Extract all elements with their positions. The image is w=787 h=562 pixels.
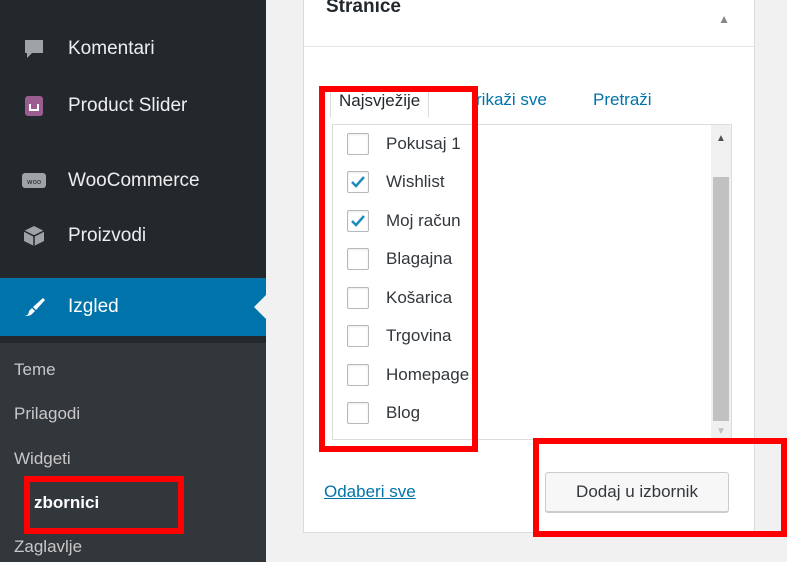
checkbox-label: Blagajna xyxy=(386,249,453,268)
pages-panel: Stranice ▲ Najsvježije rikaži sve Pretra… xyxy=(303,0,755,533)
sidebar-item-woocommerce[interactable]: woo WooCommerce xyxy=(0,159,266,203)
sidebar-item-label: Komentari xyxy=(68,38,155,59)
scroll-down-arrow-icon[interactable]: ▼ xyxy=(711,426,731,437)
submenu-item-widgeti[interactable]: Widgeti xyxy=(14,449,71,469)
list-item[interactable]: Wishlist xyxy=(347,168,445,196)
sidebar-item-komentari[interactable]: Komentari xyxy=(0,27,266,71)
woocommerce-icon: woo xyxy=(22,169,46,193)
tab-prikazi-sve[interactable]: rikaži sve xyxy=(476,90,547,110)
scroll-thumb[interactable] xyxy=(713,177,729,421)
sidebar-item-label: Proizvodi xyxy=(68,225,147,246)
list-item[interactable]: Blagajna xyxy=(347,245,452,273)
list-item[interactable]: Trgovina xyxy=(347,322,452,350)
submenu-item-prilagodi[interactable]: Prilagodi xyxy=(14,404,80,424)
list-item[interactable]: Moj račun xyxy=(347,207,461,235)
sidebar-item-label: WooCommerce xyxy=(68,170,200,191)
checkbox-label: Pokusaj 1 xyxy=(386,134,461,153)
checkmark-icon xyxy=(351,215,365,227)
checkbox[interactable] xyxy=(347,210,369,232)
list-item[interactable]: Pokusaj 1 xyxy=(347,130,461,158)
sidebar-item-label: Izgled xyxy=(68,296,119,317)
add-to-menu-button[interactable]: Dodaj u izbornik xyxy=(545,472,729,512)
checkbox[interactable] xyxy=(347,325,369,347)
checkbox[interactable] xyxy=(347,364,369,386)
sidebar-item-proizvodi[interactable]: Proizvodi xyxy=(0,214,266,258)
checkbox-label: Wishlist xyxy=(386,172,445,191)
select-all-link[interactable]: Odaberi sve xyxy=(324,482,416,502)
sidebar-item-izgled[interactable]: Izgled xyxy=(0,278,266,336)
box-icon xyxy=(22,224,46,248)
scroll-up-arrow-icon[interactable]: ▲ xyxy=(711,133,731,144)
checkbox-label: Blog xyxy=(386,403,421,422)
scrollbar[interactable]: ▲ ▼ xyxy=(711,125,731,439)
tab-pretrazi[interactable]: Pretraži xyxy=(593,90,652,110)
submenu-item-zaglavlje[interactable]: Zaglavlje xyxy=(14,537,82,557)
svg-text:woo: woo xyxy=(27,178,41,186)
checkbox[interactable] xyxy=(347,133,369,155)
tab-najsvjezije[interactable]: Najsvježije xyxy=(330,86,430,118)
shopping-bag-icon xyxy=(22,94,46,118)
checkmark-icon xyxy=(351,176,365,188)
sidebar-item-label: Product Slider xyxy=(68,95,188,116)
checkbox-label: Košarica xyxy=(386,288,453,307)
list-item[interactable]: Blog xyxy=(347,399,420,427)
submenu-item-teme[interactable]: Teme xyxy=(14,360,56,380)
checkbox-label: Trgovina xyxy=(386,326,452,345)
checkbox[interactable] xyxy=(347,287,369,309)
checkbox[interactable] xyxy=(347,171,369,193)
appearance-submenu: Teme Prilagodi Widgeti zbornici Zaglavlj… xyxy=(0,343,266,562)
sidebar-item-product-slider[interactable]: Product Slider xyxy=(0,84,266,128)
panel-title: Stranice xyxy=(326,0,401,17)
collapse-arrow-icon[interactable]: ▲ xyxy=(718,12,730,26)
checkbox[interactable] xyxy=(347,402,369,424)
list-item[interactable]: Košarica xyxy=(347,284,452,312)
checkbox-label: Moj račun xyxy=(386,211,461,230)
submenu-item-izbornici[interactable]: zbornici xyxy=(34,493,99,513)
comment-icon xyxy=(22,37,46,61)
checkbox-label: Homepage xyxy=(386,365,470,384)
pages-checklist: Pokusaj 1 Wishlist Moj račun Blagajna Ko… xyxy=(332,124,732,440)
paintbrush-icon xyxy=(22,295,46,319)
checkbox[interactable] xyxy=(347,248,369,270)
list-item[interactable]: Homepage xyxy=(347,361,469,389)
panel-header[interactable]: Stranice ▲ xyxy=(304,0,754,47)
admin-sidebar: Komentari Product Slider woo WooCommerce… xyxy=(0,0,266,562)
